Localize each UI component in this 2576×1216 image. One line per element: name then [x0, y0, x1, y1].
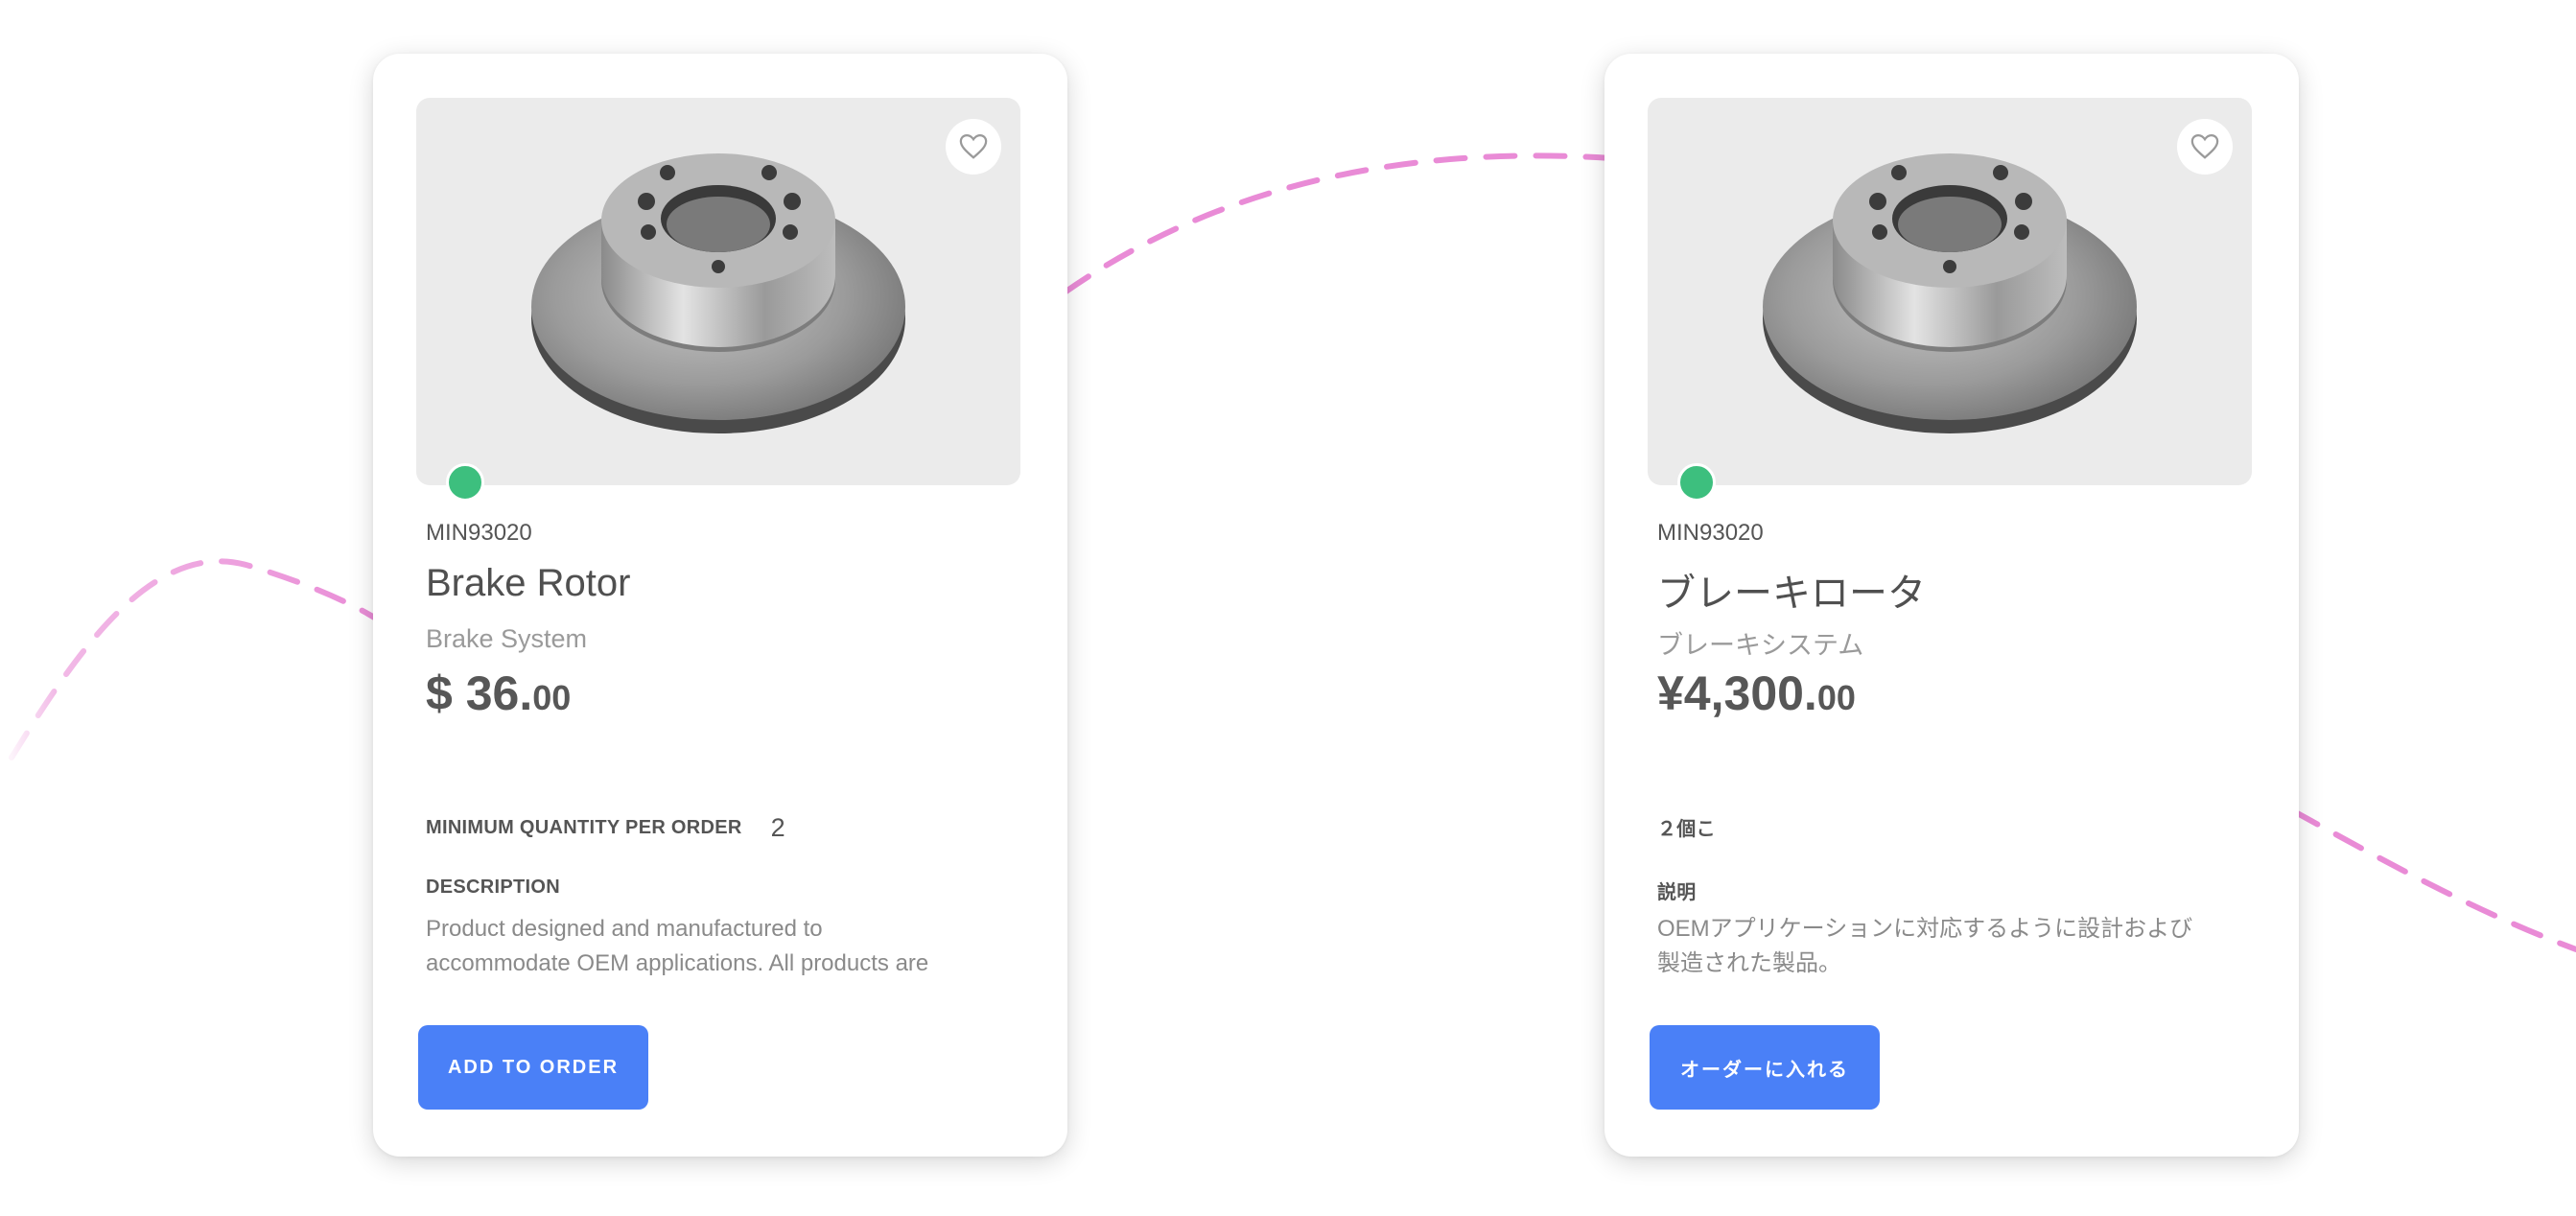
minimum-quantity-label: ２個こ [1657, 819, 1716, 840]
price-main: $ 36. [426, 666, 533, 720]
description-text: Product designed and manufactured to acc… [426, 916, 929, 976]
add-to-order-button[interactable]: ADD TO ORDER [418, 1025, 648, 1110]
add-to-order-button[interactable]: オーダーに入れる [1650, 1025, 1880, 1110]
product-category: Brake System [426, 624, 588, 653]
product-category: ブレーキシステム [1657, 631, 1864, 660]
brake-rotor-image [1763, 153, 2137, 433]
brake-rotor-image [531, 153, 905, 433]
availability-status-dot [1677, 463, 1716, 502]
product-card-brake-rotor[interactable]: MIN93020 Brake Rotor Brake System $ 36.0… [373, 54, 1067, 1157]
price-cents: 00 [532, 678, 572, 717]
product-card-brake-rotor-jp[interactable]: MIN93020 ブレーキロータ ブレーキシステム ¥4,300.00 ２個こ … [1604, 54, 2299, 1157]
product-price: $ 36.00 [426, 666, 571, 721]
description-label: DESCRIPTION [426, 877, 560, 898]
description-text: OEMアプリケーションに対応するように設計および製造された製品。 [1657, 916, 2193, 976]
product-sku: MIN93020 [426, 520, 532, 546]
heart-icon [959, 133, 988, 159]
favorite-button[interactable] [2177, 119, 2233, 175]
heart-icon [2190, 133, 2219, 159]
minimum-quantity: ２個こ [1657, 813, 1745, 841]
minimum-quantity-label: MINIMUM QUANTITY PER ORDER [426, 817, 742, 838]
price-cents: 00 [1816, 678, 1856, 717]
product-sku: MIN93020 [1657, 520, 1764, 546]
favorite-button[interactable] [946, 119, 1001, 175]
product-image-panel [416, 98, 1020, 502]
product-image-panel [1648, 98, 2252, 502]
description-label: 説明 [1657, 882, 1697, 903]
price-main: ¥4,300. [1657, 666, 1817, 720]
product-name: Brake Rotor [426, 562, 631, 604]
minimum-quantity: MINIMUM QUANTITY PER ORDER 2 [426, 813, 785, 843]
product-price: ¥4,300.00 [1657, 666, 1856, 721]
product-name: ブレーキロータ [1657, 573, 1926, 615]
availability-status-dot [446, 463, 484, 502]
minimum-quantity-value: 2 [770, 813, 785, 842]
